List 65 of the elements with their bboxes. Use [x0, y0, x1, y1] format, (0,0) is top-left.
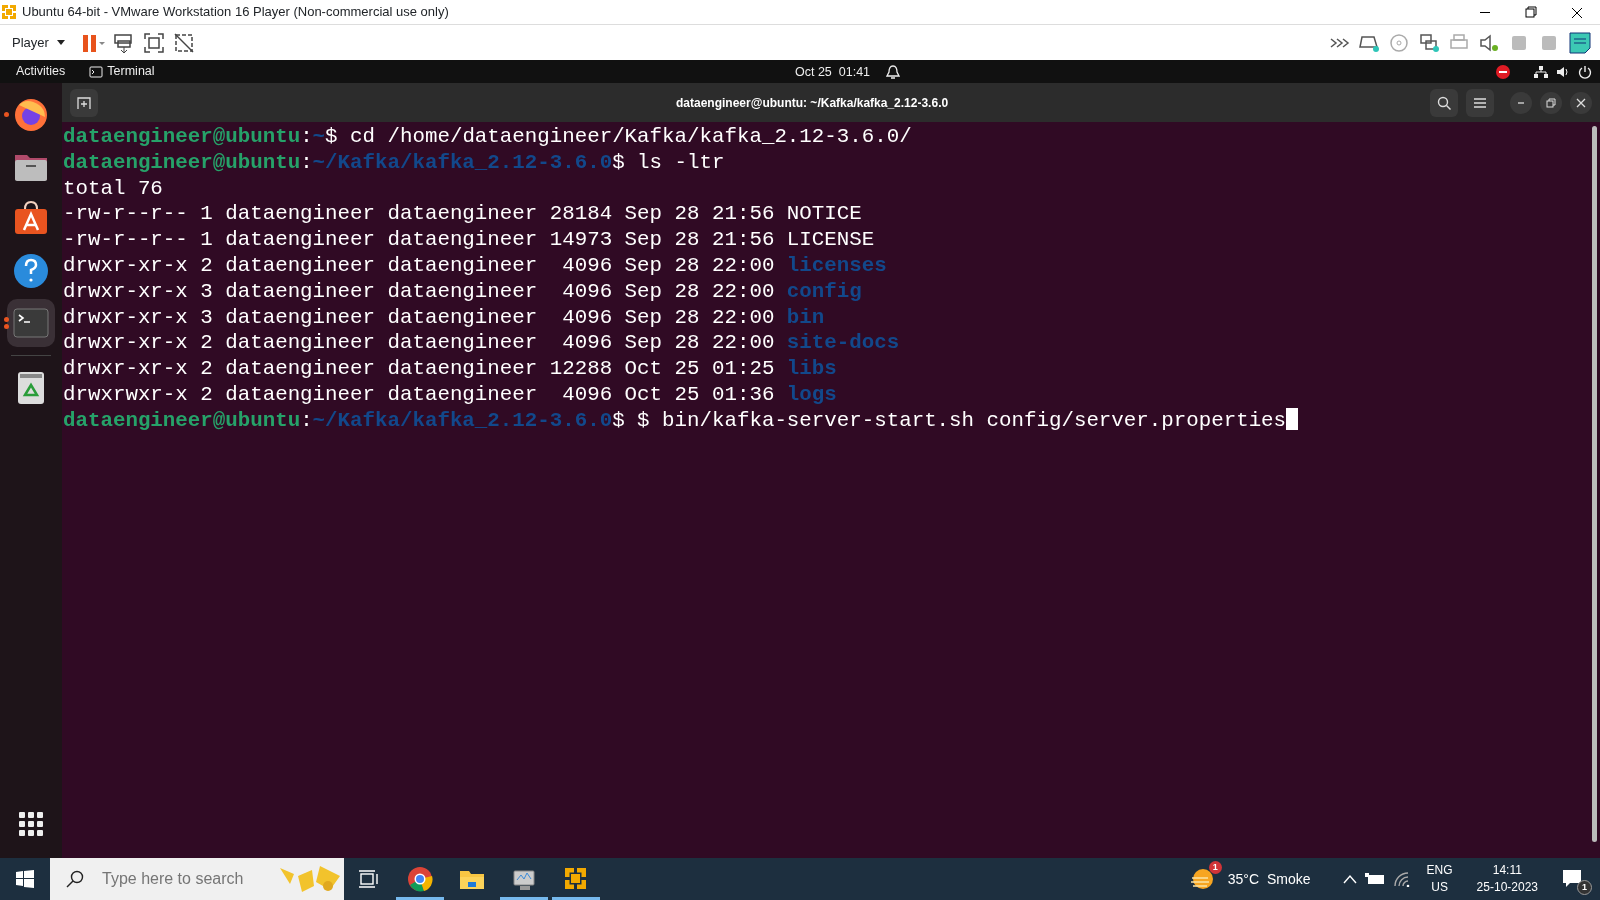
terminal-line: total 76: [63, 175, 163, 202]
terminal-line: dataengineer@ubuntu:~/Kafka/kafka_2.12-3.6.0$ ls -ltr: [63, 149, 725, 176]
search-icon: [66, 870, 84, 888]
search-field[interactable]: Type here to search: [100, 866, 260, 892]
terminal-line: -rw-r--r-- 1 dataengineer dataengineer 28184 Sep 28 21:56 NOTICE: [63, 201, 862, 228]
weather-condition[interactable]: Smoke: [1267, 868, 1311, 890]
caret-icon: [56, 40, 65, 45]
vmware-logo-icon: [0, 3, 18, 21]
close-icon: [1575, 96, 1587, 109]
power-icon[interactable]: [1578, 64, 1592, 79]
terminal-line: drwxr-xr-x 2 dataengineer dataengineer 4096 Sep 28 22:00 site-docs: [63, 330, 900, 357]
language-indicator[interactable]: ENG US: [1426, 862, 1453, 896]
new-tab-icon: [77, 95, 91, 110]
player-menu[interactable]: Player: [8, 32, 69, 53]
notification-count: 1: [1577, 880, 1592, 895]
restore-button[interactable]: [1540, 91, 1562, 114]
network-icon[interactable]: [1534, 64, 1548, 79]
chevron-up-icon[interactable]: [1342, 874, 1357, 884]
volume-icon[interactable]: [1556, 64, 1570, 79]
minimize-button[interactable]: [1510, 91, 1532, 114]
notification-icon[interactable]: [1562, 869, 1584, 889]
weather-temperature[interactable]: 35°C: [1227, 868, 1259, 890]
fullscreen-icon[interactable]: [142, 31, 165, 54]
app-grid-icon[interactable]: [19, 812, 43, 836]
windows-logo-icon[interactable]: [16, 870, 34, 888]
terminal-line: drwxr-xr-x 2 dataengineer dataengineer 4096 Sep 28 22:00 licenses: [63, 253, 887, 279]
app-menu[interactable]: Terminal: [107, 62, 155, 81]
search-button[interactable]: [1430, 88, 1458, 117]
message-icon[interactable]: [1568, 30, 1592, 55]
time-text: 14:11: [1492, 862, 1522, 879]
network-adapter-icon[interactable]: [1418, 31, 1440, 54]
search-box[interactable]: Type here to search: [50, 858, 344, 900]
help-icon[interactable]: [11, 251, 51, 291]
activities-button[interactable]: Activities: [16, 62, 66, 81]
taskbar-clock[interactable]: 14:11 25-10-2023: [1476, 862, 1538, 896]
do-not-disturb-icon: [1496, 64, 1510, 79]
menu-button[interactable]: [1466, 88, 1494, 117]
language-code: ENG: [1426, 862, 1453, 879]
terminal-line: dataengineer@ubuntu:~$ cd /home/dataengineer/Kafka/kafka_2.12-3.6.0/: [63, 124, 912, 150]
task-view-icon[interactable]: [359, 870, 379, 888]
scrollbar[interactable]: [1592, 126, 1597, 842]
terminal-line: drwxr-xr-x 3 dataengineer dataengineer 4096 Sep 28 22:00 bin: [63, 304, 825, 331]
terminal-line: drwxrwxr-x 2 dataengineer dataengineer 4096 Oct 25 01:36 logs: [63, 381, 837, 408]
new-tab-button[interactable]: [70, 88, 98, 117]
terminal-line: drwxr-xr-x 2 dataengineer dataengineer 12288 Oct 25 01:25 libs: [63, 356, 837, 382]
close-button[interactable]: [1570, 91, 1592, 114]
region-code: US: [1431, 879, 1448, 896]
search-icon: [1437, 95, 1451, 110]
menu-icon: [1474, 97, 1486, 108]
terminal-line: drwxr-xr-x 3 dataengineer dataengineer 4096 Sep 28 22:00 config: [63, 278, 862, 305]
browser-icon[interactable]: [406, 865, 434, 893]
notification-badge: 1: [1208, 861, 1222, 874]
restore-icon: [1545, 96, 1557, 109]
bell-icon: [886, 64, 901, 81]
terminal-title: dataengineer@ubuntu: ~/Kafka/kafka_2.12-3.6.0: [676, 94, 949, 112]
window-title: Ubuntu 64-bit - VMware Workstation 16 Player (Non-commercial use only): [22, 3, 450, 22]
date-text: 25-10-2023: [1476, 879, 1538, 896]
send-keys-icon[interactable]: [112, 31, 135, 54]
clock[interactable]: Oct 25 01:41: [795, 63, 871, 82]
terminal-line: dataengineer@ubuntu:~/Kafka/kafka_2.12-3.6.0$ $ bin/kafka-server-start.sh config/server.properties: [63, 407, 1299, 434]
terminal-icon: [89, 65, 104, 78]
wifi-icon[interactable]: [1392, 871, 1411, 887]
battery-icon[interactable]: [1364, 873, 1385, 885]
sun-haze-icon: [1189, 866, 1216, 892]
terminal-line: -rw-r--r-- 1 dataengineer dataengineer 14973 Sep 28 21:56 LICENSE: [63, 227, 875, 253]
